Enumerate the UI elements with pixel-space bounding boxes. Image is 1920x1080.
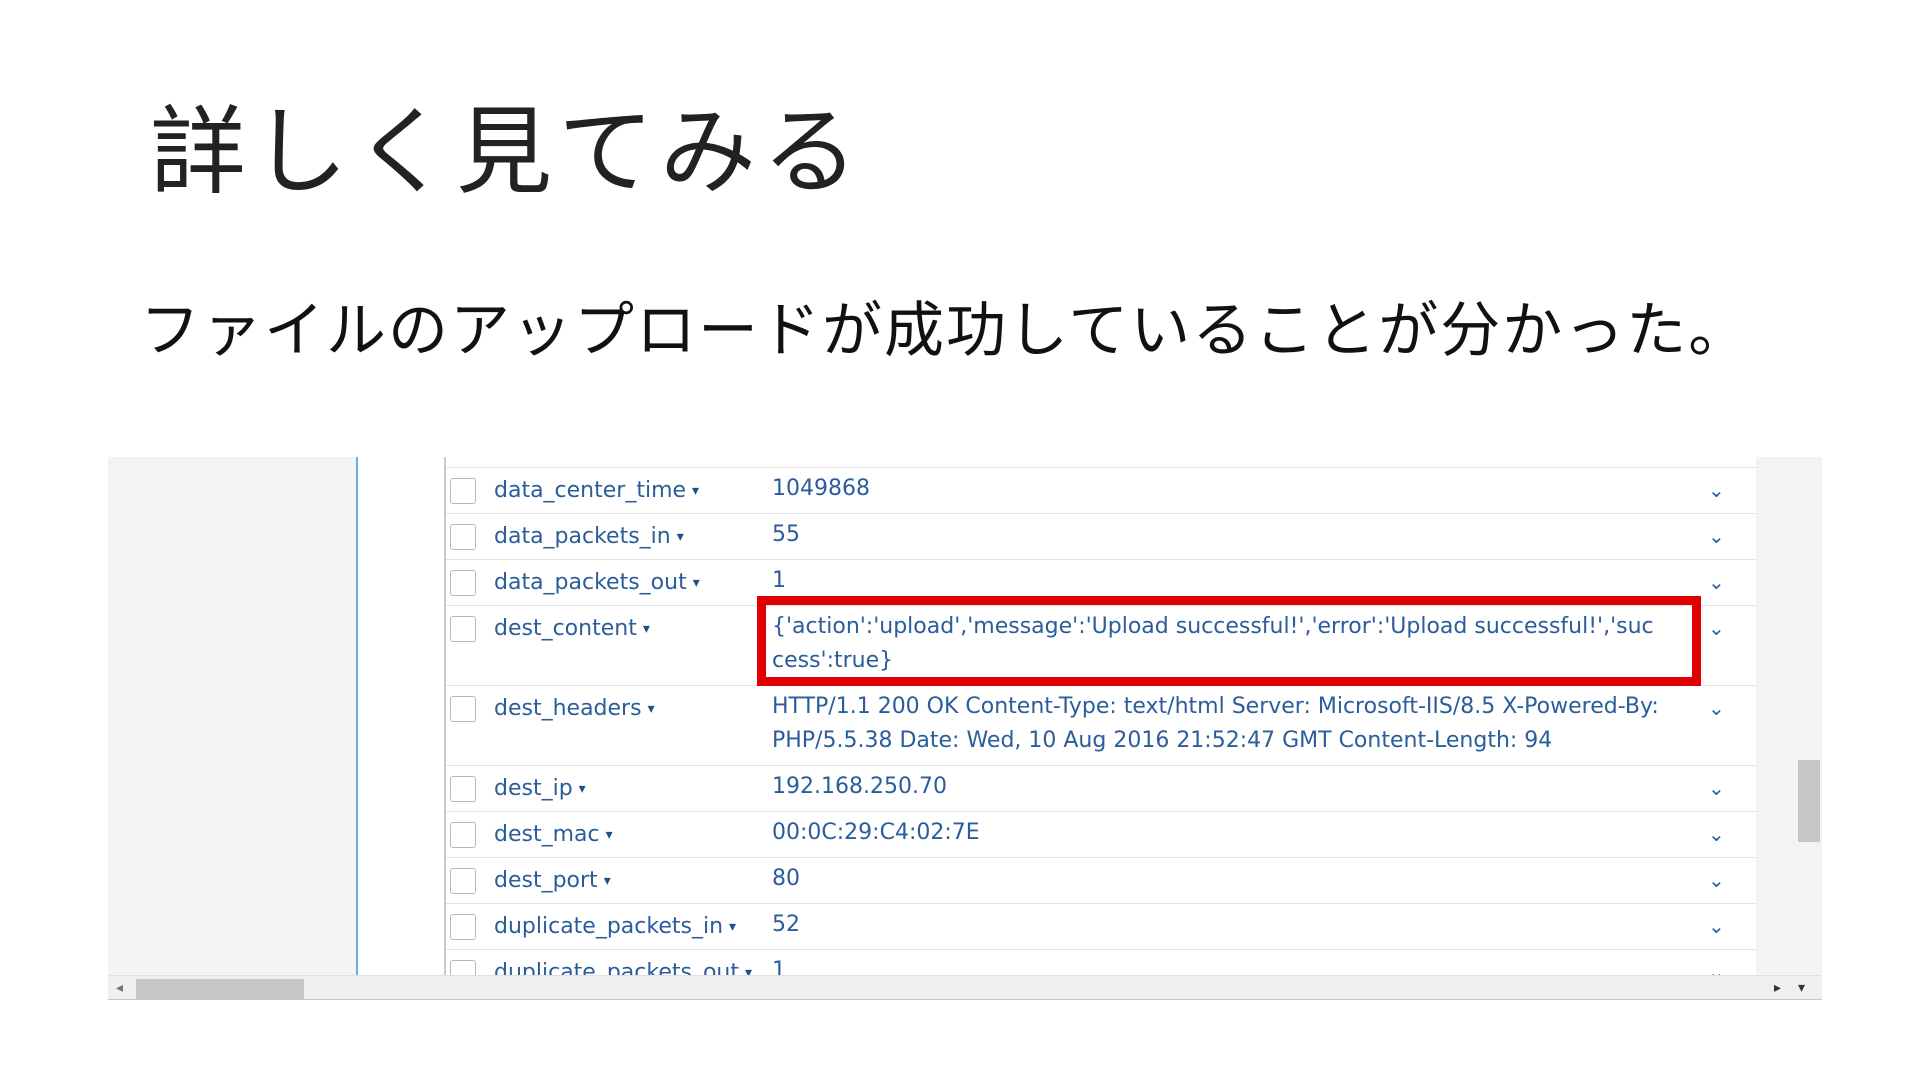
chevron-down-icon[interactable]: ⌄ bbox=[1708, 960, 1725, 975]
field-value: 1049868 bbox=[772, 476, 870, 501]
field-row: data_center_time ▾ 1049868 ⌄ bbox=[446, 467, 1756, 513]
arrow-left-icon[interactable]: ◂ bbox=[116, 978, 123, 998]
field-name[interactable]: dest_content ▾ bbox=[494, 616, 650, 641]
horizontal-scrollbar[interactable]: ◂ ▸ ▾ bbox=[108, 975, 1822, 999]
checkbox-icon[interactable] bbox=[450, 914, 476, 940]
left-sidebar bbox=[108, 457, 358, 975]
field-name[interactable]: data_packets_in ▾ bbox=[494, 524, 684, 549]
checkbox-icon[interactable] bbox=[450, 524, 476, 550]
chevron-down-icon[interactable]: ⌄ bbox=[1708, 696, 1725, 720]
field-row: dest_content ▾ {'action':'upload','messag… bbox=[446, 605, 1756, 685]
checkbox-icon[interactable] bbox=[450, 616, 476, 642]
field-name[interactable]: dest_port ▾ bbox=[494, 868, 611, 893]
caret-down-icon[interactable]: ▾ bbox=[677, 529, 684, 545]
field-row: data_packets_out ▾ 1 ⌄ bbox=[446, 559, 1756, 605]
checkbox-icon[interactable] bbox=[450, 776, 476, 802]
field-value: 55 bbox=[772, 522, 800, 547]
field-name[interactable]: duplicate_packets_out ▾ bbox=[494, 960, 752, 975]
caret-down-icon[interactable]: ▾ bbox=[579, 781, 586, 797]
checkbox-icon[interactable] bbox=[450, 696, 476, 722]
field-value: HTTP/1.1 200 OK Content-Type: text/html … bbox=[772, 694, 1659, 753]
field-name[interactable]: dest_headers ▾ bbox=[494, 696, 655, 721]
field-row: duplicate_packets_out ▾ 1 ⌄ bbox=[446, 949, 1756, 975]
caret-down-icon[interactable]: ▾ bbox=[729, 919, 736, 935]
chevron-down-icon[interactable]: ⌄ bbox=[1708, 776, 1725, 800]
field-name[interactable]: data_center_time ▾ bbox=[494, 478, 699, 503]
caret-down-icon[interactable]: ▾ bbox=[693, 575, 700, 591]
caret-down-icon[interactable]: ▾ bbox=[745, 965, 752, 975]
chevron-down-icon[interactable]: ⌄ bbox=[1708, 570, 1725, 594]
field-row: dest_mac ▾ 00:0C:29:C4:02:7E ⌄ bbox=[446, 811, 1756, 857]
field-row: dest_headers ▾ HTTP/1.1 200 OK Content-Ty… bbox=[446, 685, 1756, 765]
slide-subtitle: ファイルのアップロードが成功していることが分かった。 bbox=[140, 296, 1751, 366]
field-name[interactable]: dest_ip ▾ bbox=[494, 776, 586, 801]
chevron-down-icon[interactable]: ⌄ bbox=[1708, 868, 1725, 892]
slide: 詳しく見てみる ファイルのアップロードが成功していることが分かった。 data_… bbox=[0, 0, 1920, 1080]
spacer-column bbox=[358, 457, 444, 975]
arrow-down-icon[interactable]: ▾ bbox=[1798, 978, 1805, 998]
field-value: {'action':'upload','message':'Upload suc… bbox=[772, 614, 1654, 673]
caret-down-icon[interactable]: ▾ bbox=[648, 701, 655, 717]
vertical-scrollbar-thumb[interactable] bbox=[1798, 760, 1820, 842]
chevron-down-icon[interactable]: ⌄ bbox=[1708, 524, 1725, 548]
field-name[interactable]: data_packets_out ▾ bbox=[494, 570, 700, 595]
field-value: 00:0C:29:C4:02:7E bbox=[772, 820, 980, 845]
field-row: duplicate_packets_in ▾ 52 ⌄ bbox=[446, 903, 1756, 949]
arrow-right-icon[interactable]: ▸ bbox=[1774, 978, 1781, 998]
chevron-down-icon[interactable]: ⌄ bbox=[1708, 616, 1725, 640]
field-name[interactable]: duplicate_packets_in ▾ bbox=[494, 914, 736, 939]
field-value: 52 bbox=[772, 912, 800, 937]
right-gutter bbox=[1756, 457, 1796, 975]
chevron-down-icon[interactable]: ⌄ bbox=[1708, 914, 1725, 938]
checkbox-icon[interactable] bbox=[450, 570, 476, 596]
caret-down-icon[interactable]: ▾ bbox=[606, 827, 613, 843]
field-row: data_packets_in ▾ 55 ⌄ bbox=[446, 513, 1756, 559]
field-row: dest_port ▾ 80 ⌄ bbox=[446, 857, 1756, 903]
checkbox-icon[interactable] bbox=[450, 478, 476, 504]
screenshot-panel: data_center_time ▾ 1049868 ⌄ data_packets… bbox=[108, 457, 1822, 1000]
caret-down-icon[interactable]: ▾ bbox=[692, 483, 699, 499]
vertical-scrollbar[interactable] bbox=[1796, 457, 1822, 975]
chevron-down-icon[interactable]: ⌄ bbox=[1708, 822, 1725, 846]
field-name[interactable]: dest_mac ▾ bbox=[494, 822, 613, 847]
field-list: data_center_time ▾ 1049868 ⌄ data_packets… bbox=[444, 457, 1756, 975]
field-value: 192.168.250.70 bbox=[772, 774, 947, 799]
horizontal-scrollbar-thumb[interactable] bbox=[136, 979, 304, 999]
checkbox-icon[interactable] bbox=[450, 822, 476, 848]
checkbox-icon[interactable] bbox=[450, 960, 476, 975]
checkbox-icon[interactable] bbox=[450, 868, 476, 894]
chevron-down-icon[interactable]: ⌄ bbox=[1708, 478, 1725, 502]
slide-title: 詳しく見てみる bbox=[150, 96, 864, 208]
caret-down-icon[interactable]: ▾ bbox=[604, 873, 611, 889]
field-value: 1 bbox=[772, 568, 786, 593]
caret-down-icon[interactable]: ▾ bbox=[643, 621, 650, 637]
field-value: 80 bbox=[772, 866, 800, 891]
field-row: dest_ip ▾ 192.168.250.70 ⌄ bbox=[446, 765, 1756, 811]
field-value: 1 bbox=[772, 958, 786, 975]
